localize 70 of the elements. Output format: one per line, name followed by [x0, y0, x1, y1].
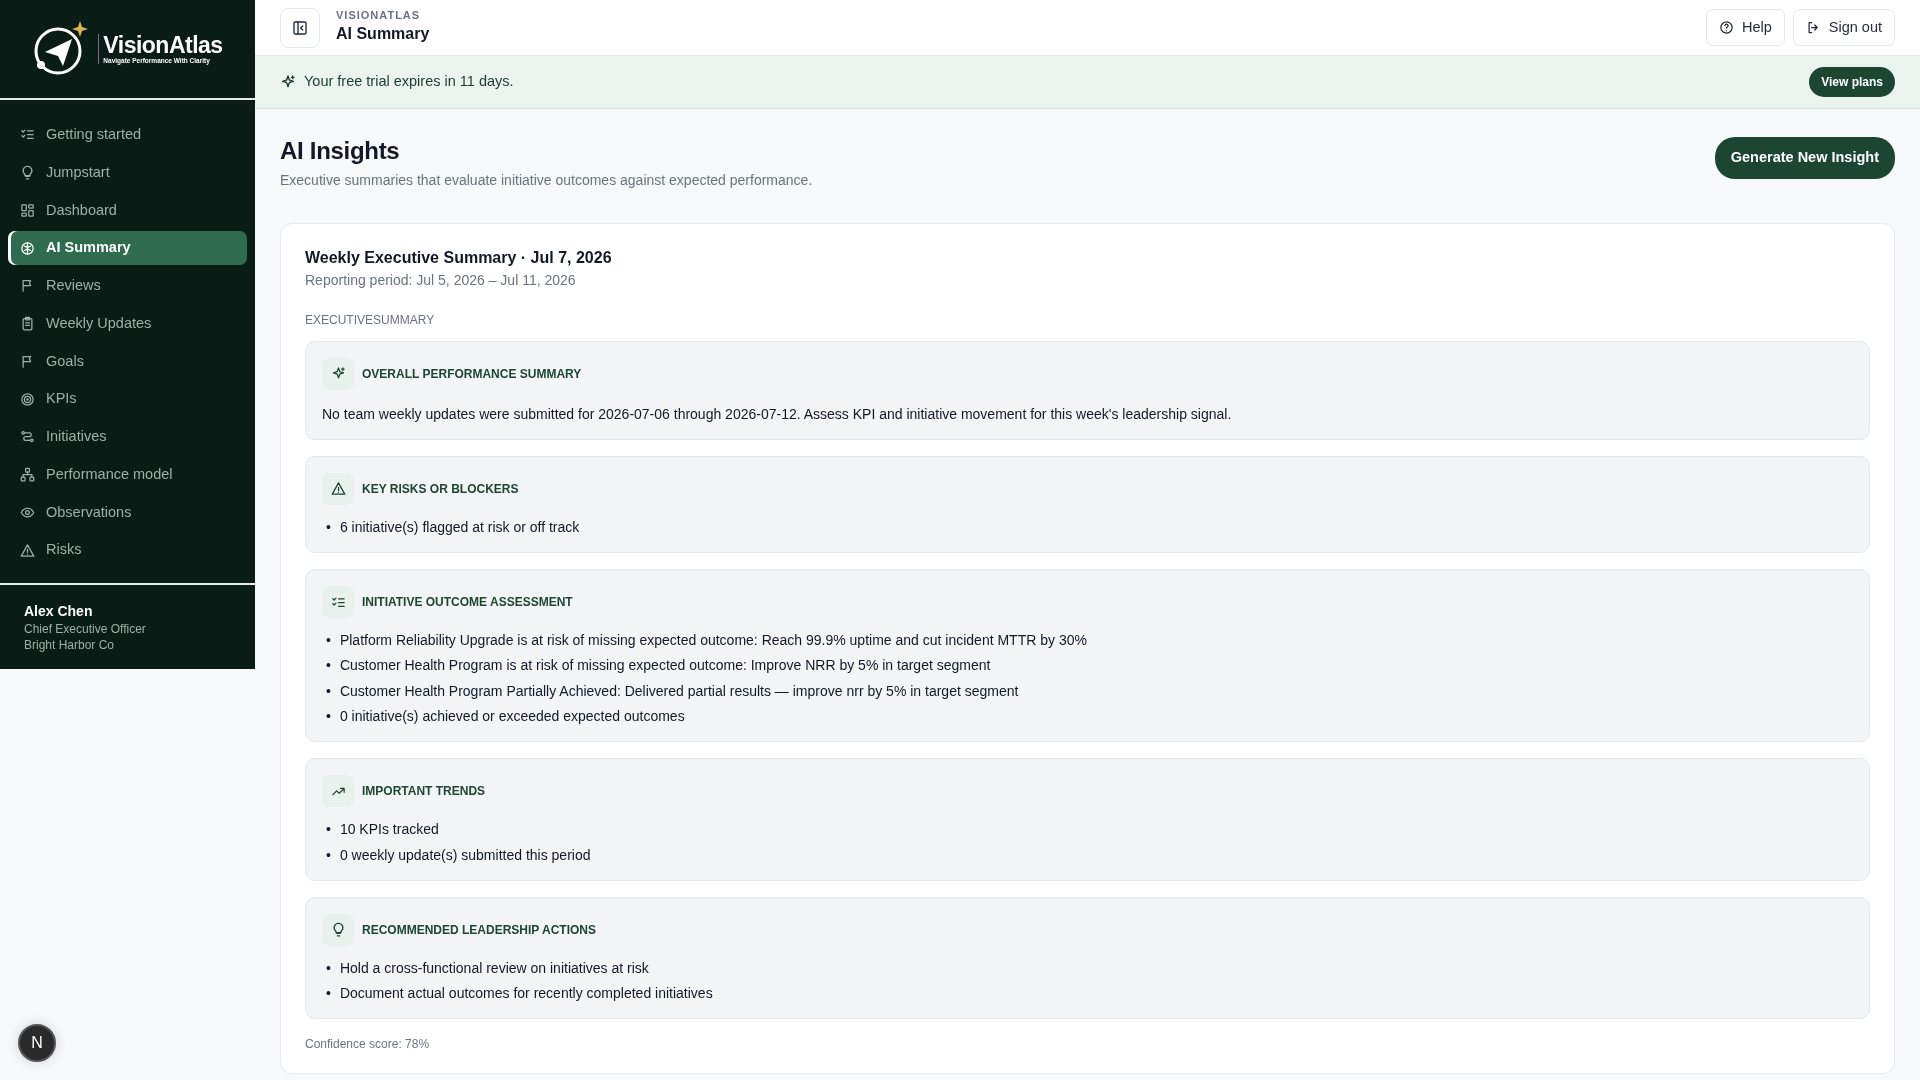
bullet-item: Platform Reliability Upgrade is at risk of missing expected outcome: Reach 99.9% uptime and cut incident MTTR by 30%: [339, 631, 1087, 651]
bullet-marker: •: [326, 984, 331, 1004]
bullet-item: Hold a cross-functional review on initiatives at risk: [339, 958, 649, 978]
sidebar-item[interactable]: Getting started: [8, 118, 247, 152]
help-icon: [1718, 20, 1734, 35]
bullet-item: 0 initiative(s) achieved or exceeded expected outcomes: [339, 707, 685, 726]
bullet-marker: •: [326, 681, 331, 701]
bullet-marker: •: [326, 845, 331, 865]
dashboard-icon: [20, 202, 35, 218]
eye-icon: [20, 504, 35, 520]
section-heading: IMPORTANT TRENDS: [362, 783, 486, 801]
bullet-marker: •: [326, 656, 331, 676]
warning-icon: [330, 481, 346, 497]
sign-out-icon: [1805, 20, 1821, 35]
trial-message: Your free trial expires in 11 days.: [304, 72, 514, 92]
bullet-item: 0 weekly update(s) submitted this period: [339, 845, 591, 865]
clipboard-icon: [20, 316, 35, 332]
user-name: Alex Chen: [24, 602, 94, 621]
generate-insight-button[interactable]: Generate New Insight: [1714, 137, 1895, 179]
sign-out-button[interactable]: Sign out: [1792, 8, 1895, 47]
lightbulb-icon: [20, 165, 35, 181]
sidebar-toggle-button[interactable]: [280, 7, 320, 48]
route-icon: [20, 429, 35, 445]
help-button[interactable]: Help: [1705, 8, 1785, 47]
sidebar-item[interactable]: Initiatives: [8, 420, 247, 454]
section-text: No team weekly updates were submitted for 2026-07-06 through 2026-07-12. Assess KPI and initiative movement for this week's leadership signal.: [322, 404, 1233, 424]
app-name: VISIONATLAS: [336, 8, 422, 23]
brand-name: VisionAtlas: [103, 33, 223, 57]
sidebar-item[interactable]: Performance model: [8, 457, 247, 492]
section-label: EXECUTIVESUMMARY: [305, 311, 436, 329]
bullet-item: 6 initiative(s) flagged at risk or off track: [339, 517, 580, 537]
page-description: Executive summaries that evaluate initiative outcomes against expected performance.: [280, 170, 813, 190]
reporting-period: Reporting period: Jul 5, 2026 – Jul 11, 2026: [305, 270, 577, 290]
page-heading: AI Insights: [280, 137, 401, 166]
page-title: AI Summary: [336, 24, 430, 45]
sidebar-item[interactable]: Reviews: [8, 269, 247, 303]
sidebar-item[interactable]: Goals: [8, 344, 247, 379]
lightbulb-icon: [330, 922, 346, 938]
bullet-item: 10 KPIs tracked: [339, 820, 439, 840]
dev-indicator-button[interactable]: N: [18, 1024, 56, 1062]
bullet-item: Customer Health Program is at risk of missing expected outcome: Improve NRR by 5% in target segment: [339, 656, 991, 676]
bullet-item: Document actual outcomes for recently completed initiatives: [339, 984, 713, 1004]
section-heading: KEY RISKS OR BLOCKERS: [362, 480, 519, 498]
sidebar-item[interactable]: Jumpstart: [8, 155, 247, 190]
sidebar-item[interactable]: KPIs: [8, 382, 247, 416]
target-icon: [20, 391, 35, 407]
bullet-marker: •: [326, 517, 331, 537]
sparkle-icon: [280, 74, 296, 90]
sidebar-item[interactable]: Observations: [8, 495, 247, 530]
view-plans-button[interactable]: View plans: [1809, 67, 1895, 97]
bullet-item: Customer Health Program Partially Achieved: Delivered partial results — improve nrr by 5% in target segment: [339, 681, 1019, 701]
warning-icon: [20, 542, 35, 558]
user-role: Chief Executive Officer: [24, 622, 147, 638]
company-name: Bright Harbor Co: [24, 637, 116, 654]
section-heading: INITIATIVE OUTCOME ASSESSMENT: [362, 594, 573, 612]
hierarchy-icon: [20, 467, 35, 483]
section-heading: OVERALL PERFORMANCE SUMMARY: [362, 365, 582, 383]
sparkle-icon: [330, 366, 346, 382]
summary-title: Weekly Executive Summary · Jul 7, 2026: [305, 247, 613, 268]
bullet-marker: •: [326, 631, 331, 651]
confidence-score: Confidence score: 78%: [305, 1036, 431, 1054]
bullet-marker: •: [326, 707, 331, 726]
section-heading: RECOMMENDED LEADERSHIP ACTIONS: [362, 921, 597, 939]
sidebar-item[interactable]: Risks: [8, 533, 247, 567]
bullet-marker: •: [326, 820, 331, 840]
sidebar-item[interactable]: Dashboard: [8, 193, 247, 228]
sidebar-item[interactable]: AI Summary: [8, 231, 247, 265]
sidebar-toggle-icon: [292, 19, 308, 36]
sidebar-item[interactable]: Weekly Updates: [8, 306, 247, 341]
bullet-marker: •: [326, 958, 331, 978]
